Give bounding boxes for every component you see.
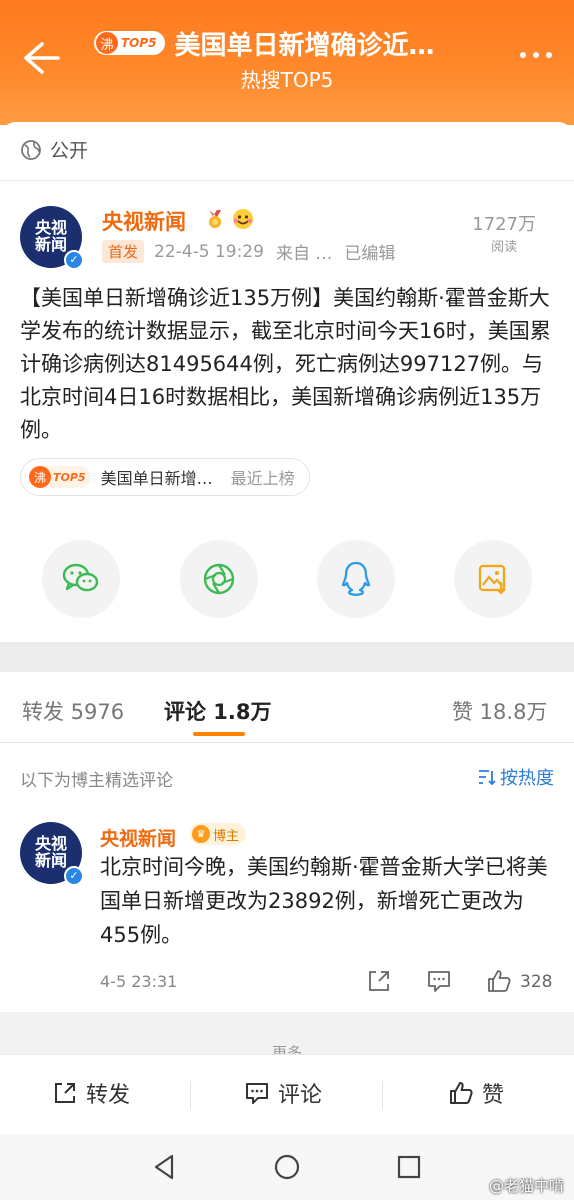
post-source: 来自 …	[275, 244, 333, 264]
crown-icon: ♛	[192, 825, 210, 843]
hot-badge: 沸 TOP5	[29, 466, 91, 488]
like-label: 赞	[482, 1083, 505, 1108]
verified-icon: ✓	[64, 250, 84, 270]
comment-time: 4-5 23:31	[100, 972, 178, 991]
comment-reply-icon[interactable]	[426, 968, 452, 994]
nav-home-icon[interactable]	[272, 1152, 302, 1182]
more-options-icon[interactable]	[520, 52, 552, 58]
comment-icon	[246, 1083, 268, 1104]
moments-aperture-icon	[203, 563, 235, 595]
bottom-action-bar: 转发 评论 赞	[0, 1054, 574, 1134]
section-gap	[0, 642, 574, 672]
avatar-text-line2: 新闻	[34, 235, 67, 254]
hot-rank-label: TOP5	[53, 470, 86, 484]
host-tag: ♛ 博主	[190, 823, 247, 845]
page-title: 美国单日新增确诊近…	[174, 30, 435, 61]
first-publish-tag: 首发	[102, 240, 145, 263]
comment-section-header: 以下为博主精选评论	[20, 771, 173, 791]
divider	[0, 742, 574, 743]
repost-icon	[55, 1083, 75, 1103]
wechat-share-button[interactable]	[42, 540, 120, 618]
read-count-label: 阅读	[491, 240, 518, 255]
divider	[190, 1081, 191, 1109]
avatar[interactable]: 央视 新闻 ✓	[20, 206, 84, 270]
qq-share-button[interactable]	[317, 540, 395, 618]
visibility-row: 公开	[20, 136, 88, 163]
hot-rank-label: TOP5	[121, 36, 157, 50]
comment-author[interactable]: 央视新闻	[100, 824, 176, 851]
moments-share-button[interactable]	[180, 540, 258, 618]
topic-status: 最近上榜	[230, 469, 295, 488]
header-title-row: 沸 TOP5 美国单日新增确诊近…	[94, 26, 435, 61]
author-name[interactable]: 央视新闻	[102, 206, 186, 236]
post-datetime: 22-4-5 19:29	[154, 241, 264, 262]
watermark: @老猫中啃	[489, 1175, 564, 1196]
share-row	[0, 540, 574, 618]
topic-label: 美国单日新增…	[100, 469, 213, 488]
qq-icon	[341, 561, 371, 596]
verified-icon: ✓	[64, 866, 84, 886]
divider	[0, 180, 574, 181]
host-tag-label: 博主	[213, 828, 240, 844]
sort-label: 按热度	[500, 768, 554, 789]
hot-icon: 沸	[96, 32, 118, 54]
hot-badge: 沸 TOP5	[94, 31, 165, 55]
hot-icon: 沸	[29, 466, 51, 488]
comment-avatar[interactable]: 央视 新闻 ✓	[20, 822, 84, 886]
thumbs-up-icon	[450, 1082, 473, 1104]
medal-icon	[209, 210, 221, 228]
top-header: 沸 TOP5 美国单日新增确诊近… 热搜TOP5	[0, 0, 574, 125]
active-tab-indicator	[193, 732, 245, 736]
tab-comment[interactable]: 评论 1.8万	[164, 696, 272, 726]
nav-recents-icon[interactable]	[394, 1152, 424, 1182]
edited-label[interactable]: 已编辑	[344, 239, 395, 264]
hot-topic-chip[interactable]: 沸 TOP5 美国单日新增… 最近上榜	[20, 458, 310, 496]
comment-label: 评论	[278, 1083, 323, 1108]
avatar-text-line2: 新闻	[34, 851, 67, 870]
comment-button[interactable]: 评论	[244, 1077, 322, 1109]
comment-like-icon[interactable]	[486, 968, 512, 994]
post-meta: 首发 22-4-5 19:29 来自 … 已编辑	[102, 239, 395, 264]
read-count-number: 1727万	[472, 214, 536, 235]
visibility-label: 公开	[50, 140, 89, 162]
more-comments-strip[interactable]: 更多	[0, 1012, 574, 1062]
save-image-icon	[478, 564, 506, 595]
system-nav-bar	[0, 1134, 574, 1200]
wechat-icon	[62, 563, 99, 592]
watermark-text: @老猫中啃	[488, 1177, 564, 1195]
post-card: 公开 央视 新闻 ✓ 央视新闻 首发 22-4-5 19:29 来自 … 已编辑…	[0, 122, 574, 642]
like-button[interactable]: 赞	[448, 1077, 504, 1109]
read-count: 1727万 阅读	[472, 210, 536, 255]
emoji-badge-icon	[233, 209, 253, 229]
post-body: 【美国单日新增确诊近135万例】美国约翰斯·霍普金斯大学发布的统计数据显示，截至…	[20, 286, 551, 442]
globe-icon	[21, 139, 41, 160]
sort-by-hot-button[interactable]: 按热度	[477, 764, 554, 790]
nav-back-icon[interactable]	[150, 1152, 180, 1182]
sort-icon	[479, 770, 496, 786]
page-subtitle: 热搜TOP5	[240, 68, 334, 92]
comment-share-icon[interactable]	[366, 968, 392, 994]
divider	[382, 1081, 383, 1109]
comment-like-count: 328	[520, 972, 553, 992]
comment-text: 北京时间今晚，美国约翰斯·霍普金斯大学已将美国单日新增更改为23892例，新增死…	[100, 855, 548, 947]
tab-repost[interactable]: 转发 5976	[22, 696, 124, 726]
save-image-share-button[interactable]	[454, 540, 532, 618]
tab-like[interactable]: 赞 18.8万	[452, 696, 547, 726]
interaction-tabs: 转发 5976 评论 1.8万 赞 18.8万	[0, 672, 574, 742]
repost-label: 转发	[86, 1083, 131, 1108]
repost-button[interactable]: 转发	[52, 1077, 130, 1109]
